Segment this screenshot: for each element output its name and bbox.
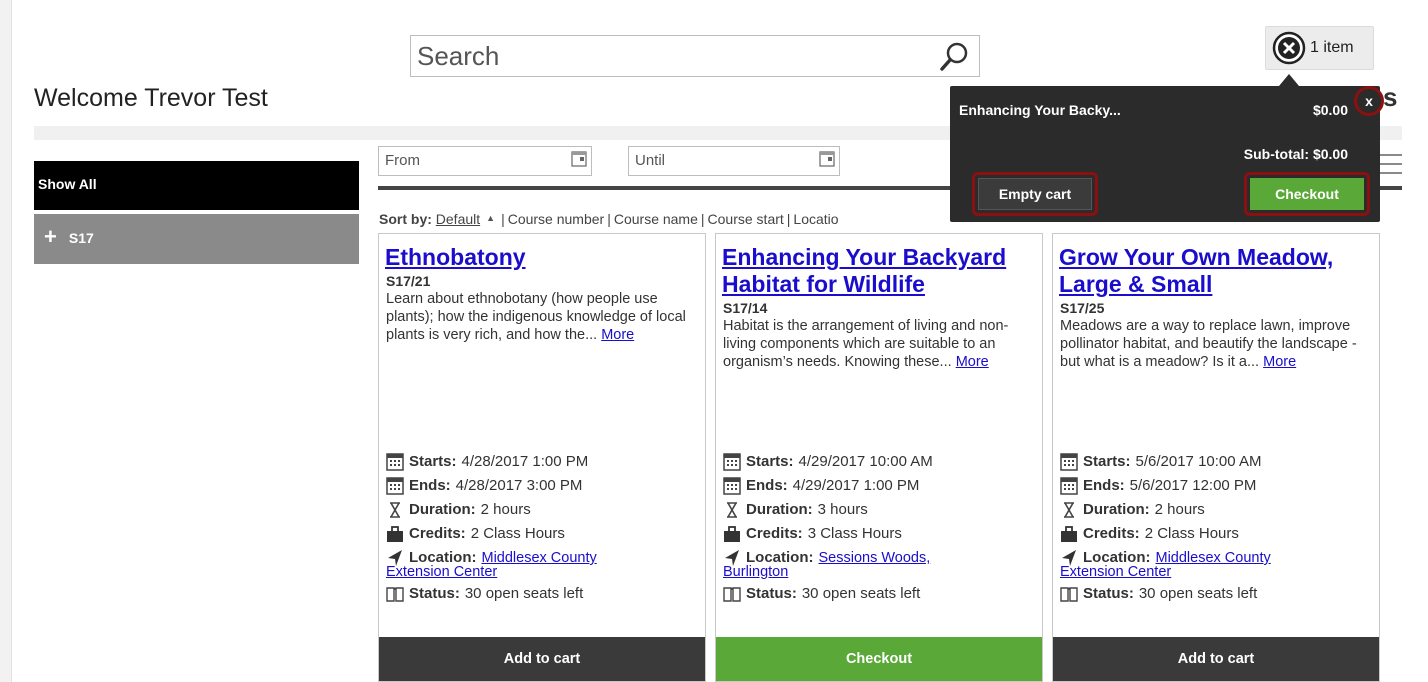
calendar-icon <box>723 453 741 471</box>
duration-row: Duration: 2 hours <box>1060 501 1373 525</box>
search-icon[interactable] <box>939 41 969 73</box>
sort-option-course-name[interactable]: Course name <box>614 211 698 227</box>
from-date-input[interactable] <box>385 152 555 169</box>
sort-ascending-icon: ▲ <box>486 213 496 223</box>
credits-row: Credits: 3 Class Hours <box>723 525 1036 549</box>
sort-option-course-start[interactable]: Course start <box>708 211 784 227</box>
course-description: Habitat is the arrangement of living and… <box>723 318 1009 370</box>
credits-row: Credits: 2 Class Hours <box>1060 525 1373 549</box>
starts-row: Starts: 4/29/2017 10:00 AM <box>723 453 1036 477</box>
course-details: Starts: 5/6/2017 10:00 AM Ends: 5/6/2017 1… <box>1060 453 1373 609</box>
location-link-continued[interactable]: Burlington <box>723 564 788 580</box>
book-icon <box>386 587 404 602</box>
briefcase-icon <box>387 526 403 542</box>
checkout-button[interactable]: Checkout <box>716 637 1042 681</box>
duration-row: Duration: 2 hours <box>386 501 699 525</box>
sort-label: Sort by: <box>379 211 432 227</box>
credits-row: Credits: 2 Class Hours <box>386 525 699 549</box>
hourglass-icon <box>1064 502 1074 518</box>
hourglass-icon <box>390 502 400 518</box>
more-link[interactable]: More <box>601 327 634 343</box>
popup-checkout-button-highlight: Checkout <box>1244 172 1370 216</box>
cart-button[interactable]: 1 item <box>1265 26 1374 70</box>
plus-icon: + <box>44 224 57 249</box>
sidebar-item-label: S17 <box>68 230 94 246</box>
course-title-link[interactable]: Ethnobatony <box>385 244 699 271</box>
book-icon <box>723 587 741 602</box>
location-link[interactable]: Sessions Woods, <box>819 549 931 567</box>
hourglass-icon <box>727 502 737 518</box>
remove-item-button[interactable]: x <box>1354 86 1384 116</box>
course-code: S17/21 <box>386 273 431 289</box>
more-link[interactable]: More <box>1263 354 1296 370</box>
sidebar-item-show-all[interactable]: Show All <box>34 161 359 210</box>
menu-icon[interactable] <box>1380 154 1402 176</box>
course-description: Learn about ethnobotany (how people use … <box>386 291 686 343</box>
search-input[interactable] <box>417 40 937 72</box>
course-card: Ethnobatony S17/21 Learn about ethnobota… <box>378 233 706 682</box>
ends-row: Ends: 5/6/2017 12:00 PM <box>1060 477 1373 501</box>
status-row: Status: 30 open seats left <box>723 585 1036 609</box>
book-icon <box>1060 587 1078 602</box>
starts-row: Starts: 4/28/2017 1:00 PM <box>386 453 699 477</box>
cart-close-icon <box>1272 31 1306 65</box>
sort-option-default[interactable]: Default <box>436 211 480 227</box>
add-to-cart-button[interactable]: Add to cart <box>379 637 705 681</box>
header-text-partial: s <box>1383 82 1398 112</box>
sidebar-item-s17[interactable]: + S17 <box>34 214 359 264</box>
calendar-icon <box>1060 477 1078 495</box>
left-edge-strip <box>0 0 12 682</box>
empty-cart-button[interactable]: Empty cart <box>978 178 1092 210</box>
calendar-icon[interactable] <box>571 151 587 167</box>
sort-option-location[interactable]: Locatio <box>793 211 838 227</box>
calendar-icon <box>386 453 404 471</box>
course-card: Grow Your Own Meadow, Large & Small S17/… <box>1052 233 1380 682</box>
calendar-icon <box>1060 453 1078 471</box>
ends-row: Ends: 4/29/2017 1:00 PM <box>723 477 1036 501</box>
briefcase-icon <box>724 526 740 542</box>
add-to-cart-button[interactable]: Add to cart <box>1053 637 1379 681</box>
cart-count: 1 item <box>1310 39 1354 56</box>
popup-checkout-button[interactable]: Checkout <box>1250 178 1364 210</box>
duration-row: Duration: 3 hours <box>723 501 1036 525</box>
status-row: Status: 30 open seats left <box>1060 585 1373 609</box>
course-description: Meadows are a way to replace lawn, impro… <box>1060 318 1357 370</box>
course-details: Starts: 4/29/2017 10:00 AM Ends: 4/29/2017… <box>723 453 1036 609</box>
empty-cart-button-highlight: Empty cart <box>972 172 1098 216</box>
until-date-field[interactable] <box>628 146 840 176</box>
welcome-heading: Welcome Trevor Test <box>34 84 268 112</box>
location-link[interactable]: Middlesex County <box>482 549 597 567</box>
cart-item-price: $0.00 <box>1312 102 1348 118</box>
cart-popup-pointer <box>1279 74 1299 86</box>
course-code: S17/14 <box>723 300 768 316</box>
ends-row: Ends: 4/28/2017 3:00 PM <box>386 477 699 501</box>
course-code: S17/25 <box>1060 300 1105 316</box>
location-link-continued[interactable]: Extension Center <box>1060 564 1171 580</box>
cart-item-name: Enhancing Your Backy... <box>959 102 1121 118</box>
from-date-field[interactable] <box>378 146 592 176</box>
course-details: Starts: 4/28/2017 1:00 PM Ends: 4/28/2017 … <box>386 453 699 609</box>
briefcase-icon <box>1061 526 1077 542</box>
sort-bar: Sort by: Default ▲ | Course number | Course n… <box>379 211 839 227</box>
calendar-icon <box>386 477 404 495</box>
course-title-link[interactable]: Grow Your Own Meadow, Large & Small <box>1059 244 1373 298</box>
status-row: Status: 30 open seats left <box>386 585 699 609</box>
until-date-input[interactable] <box>635 152 805 169</box>
sidebar-item-label: Show All <box>38 176 97 192</box>
starts-row: Starts: 5/6/2017 10:00 AM <box>1060 453 1373 477</box>
calendar-icon[interactable] <box>819 151 835 167</box>
cart-subtotal: Sub-total: $0.00 <box>1243 146 1348 162</box>
sort-option-course-number[interactable]: Course number <box>508 211 605 227</box>
course-title-link[interactable]: Enhancing Your Backyard Habitat for Wild… <box>722 244 1036 298</box>
search-box[interactable] <box>410 35 980 77</box>
location-link-continued[interactable]: Extension Center <box>386 564 497 580</box>
location-link[interactable]: Middlesex County <box>1156 549 1271 567</box>
course-card: Enhancing Your Backyard Habitat for Wild… <box>715 233 1043 682</box>
calendar-icon <box>723 477 741 495</box>
more-link[interactable]: More <box>956 354 989 370</box>
